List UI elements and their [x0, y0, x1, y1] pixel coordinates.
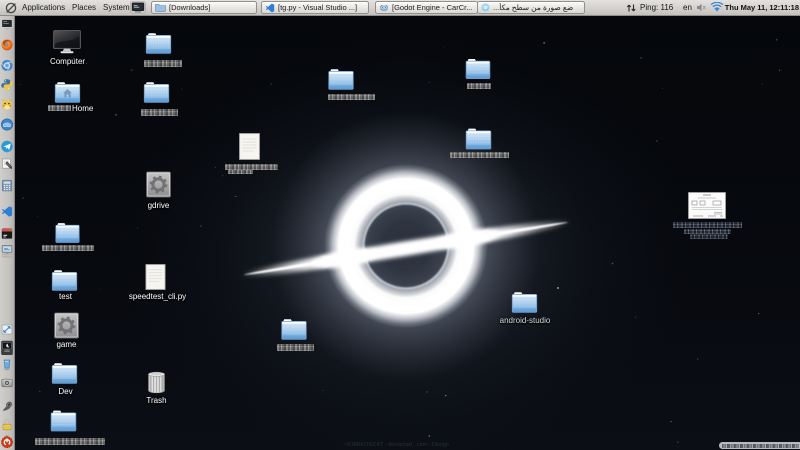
svg-text:~STARKITECKT - deviantart . co: ~STARKITECKT - deviantart . com - Design [344, 442, 449, 448]
svg-text:db: db [3, 122, 11, 129]
